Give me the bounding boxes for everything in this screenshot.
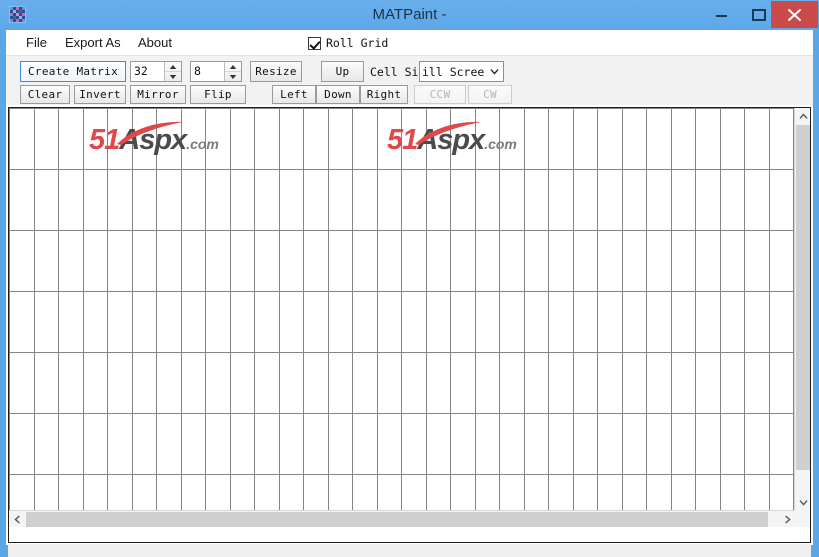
menu-bar: File Export As About Roll Grid [6, 30, 813, 55]
cell-size-value: ill Scree [422, 64, 485, 79]
menu-item-export-as[interactable]: Export As [61, 34, 125, 52]
matrix-width-value[interactable]: 32 [131, 62, 164, 81]
chevron-down-icon[interactable] [486, 68, 503, 75]
grid-lines [9, 108, 795, 511]
canvas-frame: 51Aspx.com 51Aspx.com [8, 107, 811, 543]
flip-button[interactable]: Flip [190, 85, 246, 104]
matrix-height-stepper[interactable]: 8 [190, 61, 242, 82]
matrix-height-value[interactable]: 8 [191, 62, 224, 81]
roll-grid-label: Roll Grid [326, 36, 389, 50]
mirror-button[interactable]: Mirror [130, 85, 186, 104]
scrollbar-corner [794, 510, 810, 527]
vertical-scrollbar[interactable] [794, 108, 810, 511]
close-button[interactable] [771, 1, 818, 28]
checkmark-icon[interactable] [308, 36, 321, 50]
minimize-button[interactable] [701, 1, 741, 28]
horizontal-scrollbar[interactable] [9, 510, 795, 527]
chevron-down-icon[interactable] [165, 72, 181, 81]
scroll-up-icon[interactable] [795, 108, 810, 125]
matrix-height-arrows[interactable] [224, 62, 241, 81]
left-button[interactable]: Left [272, 85, 316, 104]
roll-grid-checkbox[interactable]: Roll Grid [308, 34, 388, 52]
client-area: File Export As About Roll Grid Create Ma… [6, 30, 813, 557]
menu-item-about[interactable]: About [134, 34, 176, 52]
scroll-down-icon[interactable] [795, 494, 810, 511]
status-bar [8, 544, 811, 557]
matrix-width-stepper[interactable]: 32 [130, 61, 182, 82]
chevron-up-icon[interactable] [165, 62, 181, 72]
horizontal-scroll-thumb[interactable] [26, 512, 768, 527]
rotate-ccw-button[interactable]: CCW [414, 85, 466, 104]
chevron-down-icon[interactable] [225, 72, 241, 81]
rotate-cw-button[interactable]: CW [468, 85, 512, 104]
title-bar: MATPaint - [0, 0, 819, 30]
matrix-grid[interactable]: 51Aspx.com 51Aspx.com [9, 108, 795, 511]
scroll-right-icon[interactable] [779, 511, 795, 528]
clear-button[interactable]: Clear [20, 85, 70, 104]
create-matrix-button[interactable]: Create Matrix [20, 61, 126, 82]
up-button[interactable]: Up [321, 61, 364, 82]
chevron-up-icon[interactable] [225, 62, 241, 72]
resize-button[interactable]: Resize [250, 61, 302, 82]
vertical-scroll-thumb[interactable] [796, 125, 810, 470]
invert-button[interactable]: Invert [74, 85, 126, 104]
right-button[interactable]: Right [360, 85, 408, 104]
down-button[interactable]: Down [316, 85, 360, 104]
application-window: MATPaint - File Export As About Roll Gri… [0, 0, 819, 557]
window-title: MATPaint - [372, 6, 447, 23]
matrix-width-arrows[interactable] [164, 62, 181, 81]
canvas-status-strip [9, 527, 795, 542]
cell-size-select[interactable]: ill Scree [419, 61, 504, 82]
menu-item-file[interactable]: File [22, 34, 51, 52]
toolbar: Create Matrix 32 8 Resize Up Cell Size i… [6, 55, 813, 105]
scroll-left-icon[interactable] [9, 511, 25, 528]
